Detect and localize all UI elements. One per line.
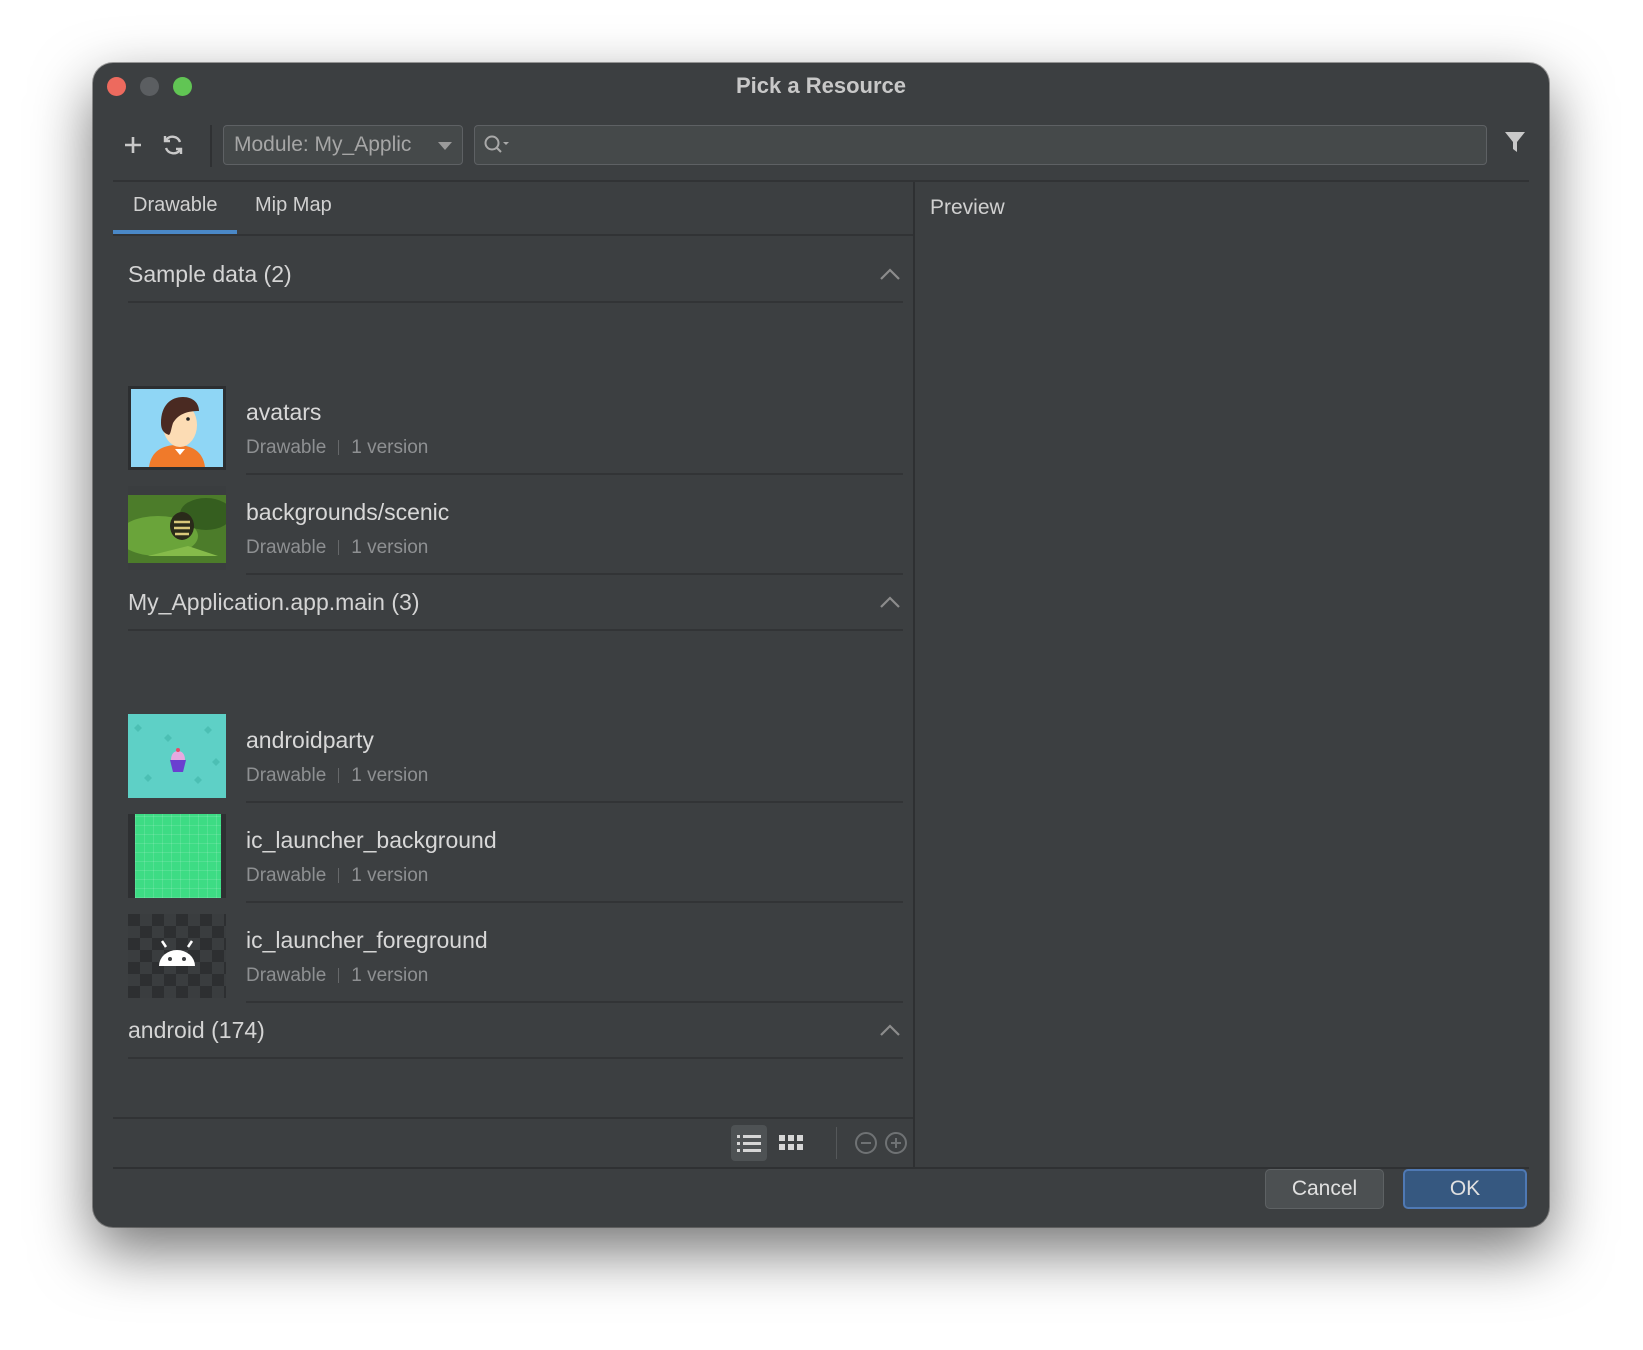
androidparty-thumbnail: [128, 714, 226, 798]
add-icon[interactable]: [117, 129, 149, 161]
title-bar: Pick a Resource: [93, 63, 1549, 107]
android-robot-thumbnail: [128, 914, 226, 998]
section-title: android (174): [128, 1017, 265, 1043]
list-item[interactable]: ic_launcher_background Drawable 1 version: [128, 807, 903, 903]
resource-versions: 1 version: [351, 765, 429, 786]
chevron-up-icon[interactable]: [879, 267, 901, 286]
preview-label: Preview: [930, 196, 1005, 219]
resource-type: Drawable: [246, 437, 327, 458]
filter-icon[interactable]: [1503, 129, 1527, 160]
grid-view-icon[interactable]: [773, 1125, 809, 1161]
tab-mip-map[interactable]: Mip Map: [235, 194, 352, 232]
resource-type: Drawable: [246, 965, 327, 986]
scenic-thumbnail: [128, 486, 226, 570]
section-header-android[interactable]: android (174): [128, 1009, 903, 1059]
list-item[interactable]: backgrounds/scenic Drawable 1 version: [128, 479, 903, 575]
search-input[interactable]: [515, 130, 1459, 162]
section-title: Sample data (2): [128, 261, 292, 287]
resource-name: androidparty: [246, 727, 374, 753]
view-bar-separator: [836, 1127, 837, 1159]
section-header-app-main[interactable]: My_Application.app.main (3): [128, 581, 903, 631]
resource-name: ic_launcher_background: [246, 827, 497, 853]
resource-versions: 1 version: [351, 437, 429, 458]
divider: [246, 901, 903, 903]
tab-mip-map-label: Mip Map: [255, 194, 332, 216]
panel-divider: [913, 182, 915, 1167]
resource-meta: Drawable 1 version: [246, 865, 428, 887]
zoom-in-icon[interactable]: [878, 1125, 914, 1161]
resource-meta: Drawable 1 version: [246, 537, 428, 559]
resource-name: backgrounds/scenic: [246, 499, 450, 525]
resource-meta: Drawable 1 version: [246, 965, 428, 987]
window-title: Pick a Resource: [736, 73, 906, 98]
chevron-down-icon: [438, 142, 452, 150]
launcher-background-thumbnail: [128, 814, 226, 898]
resource-type: Drawable: [246, 765, 327, 786]
cancel-button[interactable]: Cancel: [1265, 1169, 1384, 1209]
divider: [246, 573, 903, 575]
list-view-icon[interactable]: [731, 1125, 767, 1161]
divider: [246, 801, 903, 803]
chevron-up-icon[interactable]: [879, 1023, 901, 1042]
resource-panel: Drawable Mip Map Sample data (2) avatars…: [113, 182, 913, 1169]
search-icon: [483, 134, 511, 161]
active-tab-indicator: [113, 230, 238, 234]
resource-type: Drawable: [246, 537, 327, 558]
section-title: My_Application.app.main (3): [128, 589, 420, 615]
resource-type: Drawable: [246, 865, 327, 886]
chevron-up-icon[interactable]: [879, 595, 901, 614]
refresh-icon[interactable]: [157, 129, 189, 161]
resource-name: avatars: [246, 399, 322, 425]
avatar-thumbnail: [128, 386, 226, 470]
list-item[interactable]: ic_launcher_foreground Drawable 1 version: [128, 907, 903, 1003]
resource-meta: Drawable 1 version: [246, 765, 428, 787]
dialog-window: Pick a Resource Module: My_Applic Drawab…: [93, 63, 1549, 1227]
tab-bar: Drawable Mip Map: [113, 182, 913, 236]
list-item[interactable]: avatars Drawable 1 version: [128, 379, 903, 475]
module-dropdown-label: Module: My_Applic: [234, 133, 412, 156]
tab-drawable[interactable]: Drawable: [113, 194, 238, 234]
search-field[interactable]: [474, 125, 1487, 165]
tab-drawable-label: Drawable: [133, 194, 218, 216]
resource-versions: 1 version: [351, 965, 429, 986]
resource-meta: Drawable 1 version: [246, 437, 428, 459]
resource-versions: 1 version: [351, 537, 429, 558]
list-item[interactable]: androidparty Drawable 1 version: [128, 707, 903, 803]
resource-name: ic_launcher_foreground: [246, 927, 488, 953]
ok-button[interactable]: OK: [1403, 1169, 1527, 1209]
section-header-sample-data[interactable]: Sample data (2): [128, 253, 903, 303]
toolbar-separator: [210, 125, 212, 167]
divider: [246, 473, 903, 475]
view-options-bar: [113, 1117, 913, 1169]
resource-versions: 1 version: [351, 865, 429, 886]
module-dropdown[interactable]: Module: My_Applic: [223, 125, 463, 165]
toolbar: Module: My_Applic: [93, 125, 1549, 167]
divider: [246, 1001, 903, 1003]
